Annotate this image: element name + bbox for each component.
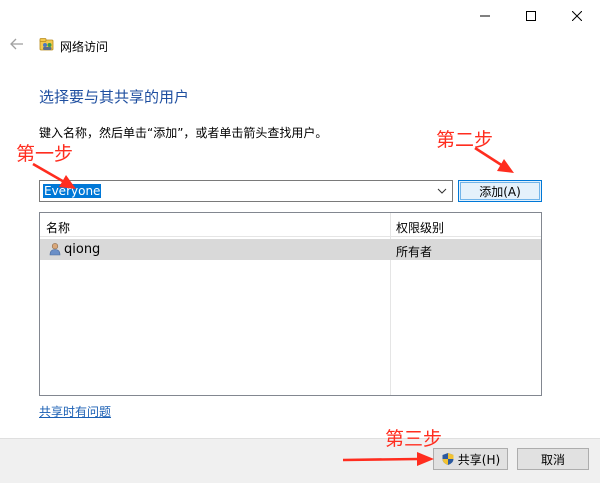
- share-button[interactable]: 共享(H): [433, 448, 508, 470]
- column-header-permission[interactable]: 权限级别: [396, 219, 444, 236]
- user-name-input[interactable]: Everyone: [43, 184, 102, 198]
- user-icon: [49, 243, 61, 256]
- page-heading: 选择要与其共享的用户: [39, 88, 190, 106]
- close-icon: [572, 11, 582, 21]
- minimize-icon: [480, 15, 490, 17]
- row-permission-level[interactable]: 所有者: [396, 243, 432, 260]
- instruction-text: 键入名称，然后单击“添加”，或者单击箭头查找用户。: [39, 126, 328, 140]
- annotation-step-1: 第一步: [16, 143, 74, 165]
- list-header: 名称 权限级别: [40, 213, 541, 237]
- annotation-step-3: 第三步: [385, 428, 443, 450]
- footer-bar: [0, 438, 600, 483]
- window-title: 网络访问: [60, 40, 109, 54]
- row-user-name: qiong: [64, 242, 101, 257]
- minimize-button[interactable]: [462, 0, 508, 32]
- back-arrow-icon[interactable]: [9, 36, 25, 52]
- list-row[interactable]: qiong 所有者: [40, 239, 541, 260]
- share-button-label: 共享(H): [457, 452, 501, 467]
- maximize-icon: [526, 11, 536, 21]
- nav-row: 网络访问: [0, 32, 600, 60]
- column-header-name[interactable]: 名称: [46, 219, 70, 236]
- sharing-problems-link[interactable]: 共享时有问题: [39, 403, 111, 420]
- title-bar: [0, 0, 600, 32]
- maximize-button[interactable]: [508, 0, 554, 32]
- chevron-down-icon[interactable]: [436, 185, 448, 197]
- annotation-step-2: 第二步: [436, 129, 494, 151]
- cancel-button[interactable]: 取消: [517, 448, 589, 470]
- network-sharing-icon: [39, 38, 54, 51]
- add-button[interactable]: 添加(A): [458, 180, 542, 202]
- user-permission-list[interactable]: 名称 权限级别 qiong 所有者: [39, 212, 542, 396]
- uac-shield-icon: [442, 453, 454, 465]
- add-button-label: 添加(A): [479, 184, 521, 199]
- cancel-button-label: 取消: [540, 452, 565, 467]
- user-name-combobox[interactable]: Everyone: [39, 180, 453, 202]
- close-button[interactable]: [554, 0, 600, 32]
